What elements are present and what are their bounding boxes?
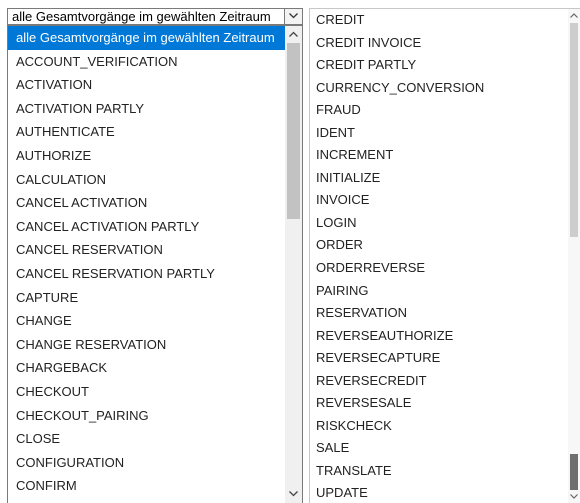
select-toggle-button[interactable] xyxy=(284,9,302,24)
dropdown-option[interactable]: CANCEL RESERVATION xyxy=(8,238,285,262)
dropdown-option[interactable]: CANCEL RESERVATION PARTLY xyxy=(8,262,285,286)
listbox-scroll-down-button[interactable] xyxy=(568,489,580,503)
listbox-option[interactable]: REVERSEAUTHORIZE xyxy=(310,325,568,348)
listbox-option[interactable]: TRANSLATE xyxy=(310,460,568,483)
listbox-option[interactable]: UPDATE xyxy=(310,482,568,503)
listbox-option[interactable]: REVERSECAPTURE xyxy=(310,347,568,370)
dropdown-option[interactable]: ACTIVATION PARTLY xyxy=(8,97,285,121)
chevron-up-icon xyxy=(289,31,298,37)
scroll-down-button[interactable] xyxy=(285,486,302,503)
dropdown-options: alle Gesamtvorgänge im gewählten Zeitrau… xyxy=(8,26,285,498)
dropdown-option[interactable]: ACCOUNT_VERIFICATION xyxy=(8,50,285,74)
listbox-option[interactable]: ORDER xyxy=(310,234,568,257)
listbox-option[interactable]: FRAUD xyxy=(310,99,568,122)
dropdown-scroll-thumb[interactable] xyxy=(287,43,300,219)
listbox-option[interactable]: CREDIT INVOICE xyxy=(310,32,568,55)
listbox-option[interactable]: CREDIT PARTLY xyxy=(310,54,568,77)
chevron-up-icon xyxy=(570,13,578,18)
dropdown-option[interactable]: CANCEL ACTIVATION xyxy=(8,191,285,215)
listbox-option[interactable]: RISKCHECK xyxy=(310,415,568,438)
transaction-type-listbox[interactable]: CREDIT CREDIT INVOICE CREDIT PARTLY CURRENC… xyxy=(309,8,580,503)
listbox-scroll-thumb[interactable] xyxy=(570,23,578,237)
listbox-option[interactable]: SALE xyxy=(310,437,568,460)
listbox-option[interactable]: INCREMENT xyxy=(310,144,568,167)
transaction-filter-panel: alle Gesamtvorgänge im gewählten Zeitrau… xyxy=(0,0,580,503)
chevron-down-icon xyxy=(570,494,578,499)
dropdown-option[interactable]: CHARGEBACK xyxy=(8,356,285,380)
listbox-option[interactable]: INITIALIZE xyxy=(310,167,568,190)
listbox-option[interactable]: INVOICE xyxy=(310,189,568,212)
dropdown-option[interactable]: CHECKOUT_PAIRING xyxy=(8,404,285,428)
chevron-down-icon xyxy=(289,491,298,497)
dropdown-option[interactable]: AUTHORIZE xyxy=(8,144,285,168)
dropdown-option[interactable]: CALCULATION xyxy=(8,168,285,192)
dropdown-option[interactable]: AUTHENTICATE xyxy=(8,120,285,144)
listbox-option[interactable]: CREDIT xyxy=(310,9,568,32)
dropdown-option[interactable]: CAPTURE xyxy=(8,286,285,310)
listbox-option[interactable]: LOGIN xyxy=(310,212,568,235)
dropdown-option[interactable]: CANCEL ACTIVATION PARTLY xyxy=(8,215,285,239)
dropdown-option[interactable]: CHANGE RESERVATION xyxy=(8,333,285,357)
dropdown-option[interactable]: CHECKOUT xyxy=(8,380,285,404)
listbox-option[interactable]: ORDERREVERSE xyxy=(310,257,568,280)
listbox-option[interactable]: RESERVATION xyxy=(310,302,568,325)
transaction-type-dropdown: alle Gesamtvorgänge im gewählten Zeitrau… xyxy=(7,25,303,503)
dropdown-option[interactable]: alle Gesamtvorgänge im gewählten Zeitrau… xyxy=(8,26,285,50)
dropdown-option[interactable]: CONFIRM xyxy=(8,474,285,498)
dropdown-scrollbar[interactable] xyxy=(285,26,302,503)
listbox-option[interactable]: REVERSECREDIT xyxy=(310,370,568,393)
select-current-value: alle Gesamtvorgänge im gewählten Zeitrau… xyxy=(12,9,271,24)
dropdown-option[interactable]: CLOSE xyxy=(8,427,285,451)
listbox-scrollbar[interactable] xyxy=(568,9,580,503)
listbox-scroll-thumb-active[interactable] xyxy=(570,454,578,490)
listbox-option[interactable]: REVERSESALE xyxy=(310,392,568,415)
dropdown-option[interactable]: CHANGE xyxy=(8,309,285,333)
dropdown-option[interactable]: ACTIVATION xyxy=(8,73,285,97)
scroll-up-button[interactable] xyxy=(285,26,302,43)
listbox-options: CREDIT CREDIT INVOICE CREDIT PARTLY CURRENC… xyxy=(310,9,568,503)
listbox-option[interactable]: PAIRING xyxy=(310,280,568,303)
chevron-down-icon xyxy=(289,13,298,19)
listbox-option[interactable]: CURRENCY_CONVERSION xyxy=(310,77,568,100)
listbox-option[interactable]: IDENT xyxy=(310,122,568,145)
transaction-type-select[interactable]: alle Gesamtvorgänge im gewählten Zeitrau… xyxy=(7,8,303,25)
dropdown-option[interactable]: CONFIGURATION xyxy=(8,451,285,475)
